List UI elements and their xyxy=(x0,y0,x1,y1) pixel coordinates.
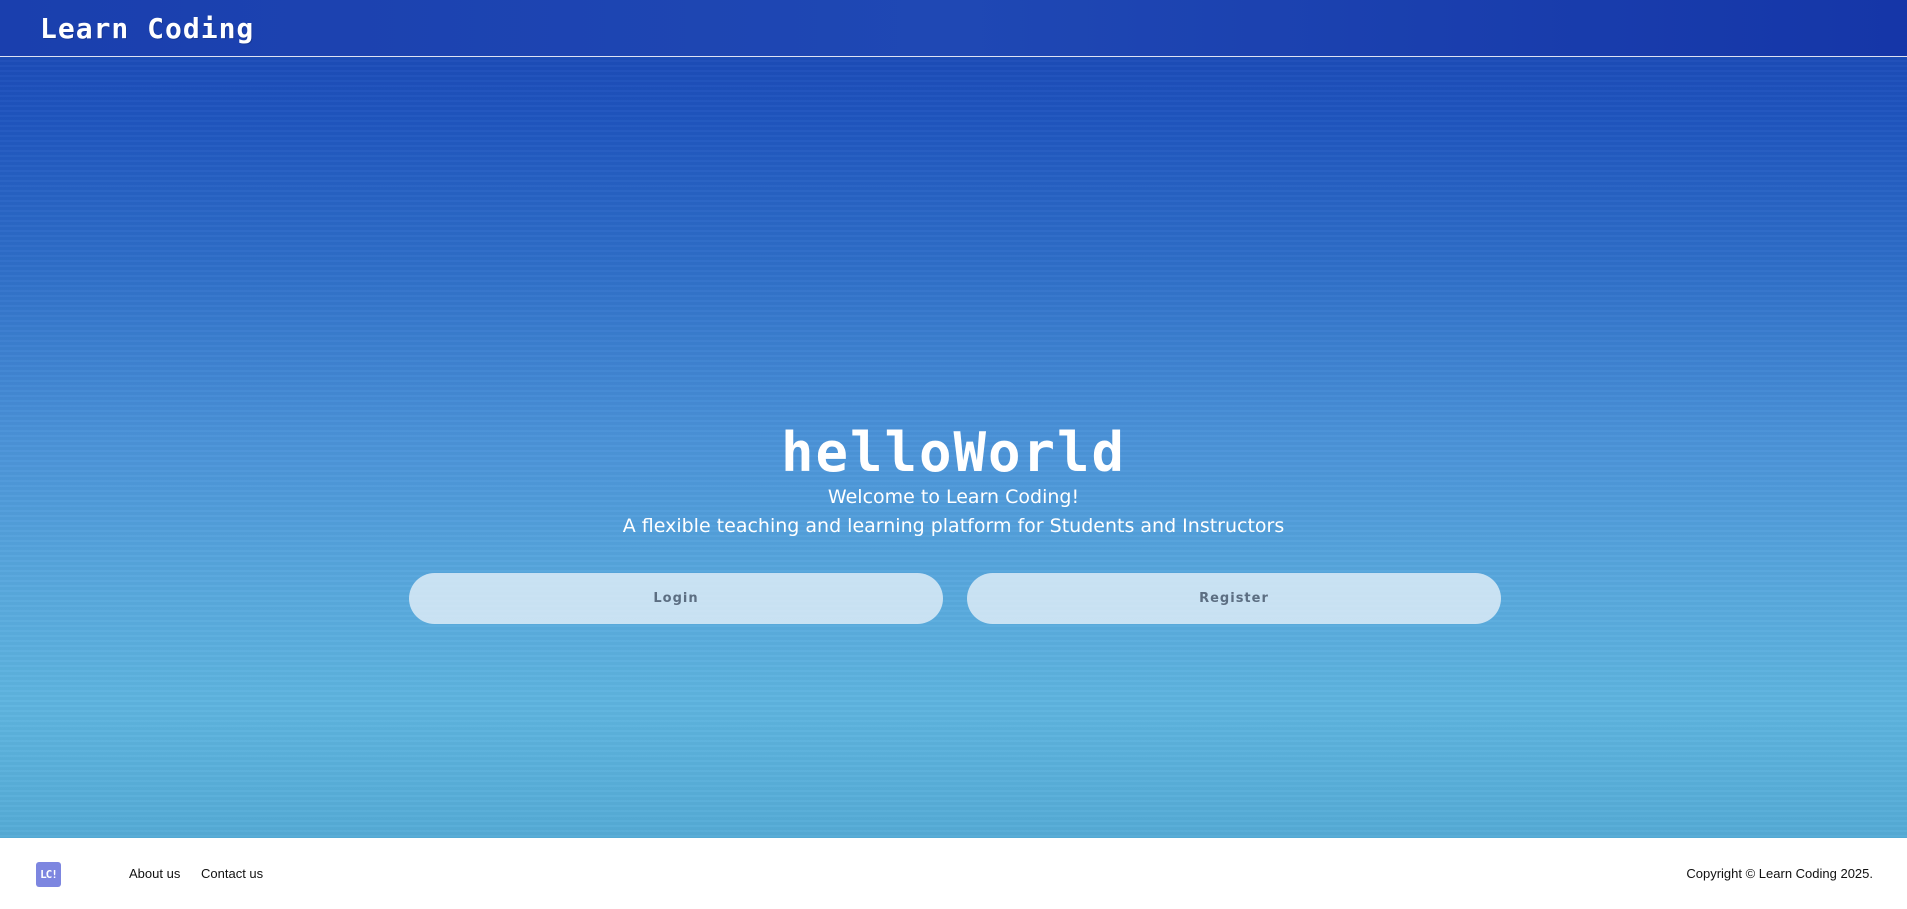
register-button[interactable]: Register xyxy=(967,573,1501,624)
hero-background: Learn Coding helloWorld Welcome to Learn… xyxy=(0,0,1907,838)
login-button[interactable]: Login xyxy=(409,573,943,624)
about-us-link[interactable]: About us xyxy=(129,866,180,881)
hero-content: helloWorld Welcome to Learn Coding! A fl… xyxy=(0,423,1907,541)
hero-tagline: A flexible teaching and learning platfor… xyxy=(622,515,1285,537)
hero-welcome: Welcome to Learn Coding! xyxy=(827,486,1080,508)
contact-us-link[interactable]: Contact us xyxy=(201,866,263,881)
copyright-text: Copyright © Learn Coding 2025. xyxy=(1686,866,1873,881)
top-navbar: Learn Coding xyxy=(0,0,1907,57)
brand-title[interactable]: Learn Coding xyxy=(40,12,254,45)
hero-title: helloWorld xyxy=(780,421,1127,484)
footer: LC! About us Contact us Copyright © Lear… xyxy=(0,838,1907,909)
logo-icon[interactable]: LC! xyxy=(36,862,61,887)
